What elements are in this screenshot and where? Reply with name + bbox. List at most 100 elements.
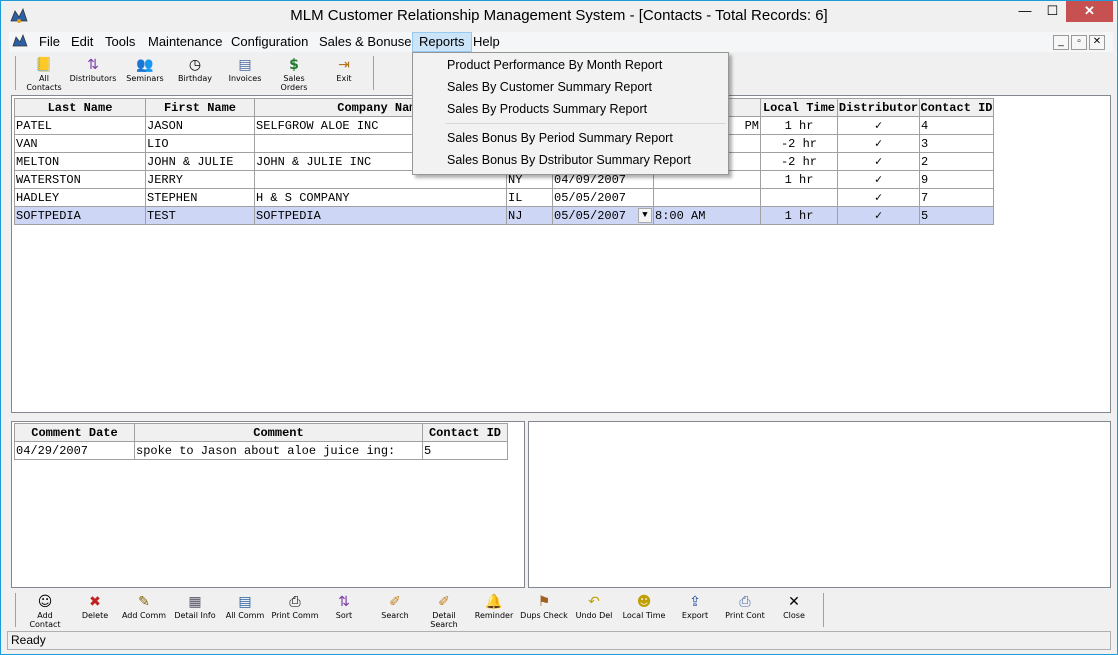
all-comm-button[interactable]: ▤ All Comm <box>223 593 267 620</box>
print-comm-button[interactable]: ⎙ Print Comm <box>271 593 319 620</box>
minimize-button[interactable]: — <box>1011 1 1039 22</box>
cell-comment-contact-id[interactable]: 5 <box>422 441 508 460</box>
close-button[interactable]: ✕ Close <box>775 593 813 620</box>
cell-date-value[interactable]: 05/05/2007 <box>554 209 626 223</box>
cell-state[interactable]: IL <box>506 188 553 207</box>
cell-first-name[interactable]: JOHN & JULIE <box>145 152 255 171</box>
cell-local-time[interactable] <box>760 188 838 207</box>
cell-distributor-check[interactable]: ✓ <box>837 206 920 225</box>
local-time-button[interactable]: ☻ Local Time <box>621 593 667 620</box>
menu-item-product-performance-report[interactable]: Product Performance By Month Report <box>447 55 662 75</box>
sort-button[interactable]: ⇅ Sort <box>325 593 363 620</box>
close-window-button[interactable]: ✕ <box>1066 1 1113 22</box>
menu-item-sales-bonus-by-distributor-report[interactable]: Sales Bonus By Dstributor Summary Report <box>447 150 691 170</box>
col-local-time[interactable]: Local Time <box>760 98 838 117</box>
menu-tools[interactable]: Tools <box>99 32 141 52</box>
add-comm-button[interactable]: ✎ Add Comm <box>121 593 167 620</box>
seminars-button[interactable]: 👥 Seminars <box>123 56 167 83</box>
reports-dropdown-menu: Product Performance By Month Report Sale… <box>412 52 729 175</box>
cell-first-name[interactable]: TEST <box>145 206 255 225</box>
cell-time[interactable]: 8:00 AM <box>653 206 761 225</box>
cell-local-time[interactable]: 1 hr <box>760 206 838 225</box>
mdi-close-button[interactable]: ✕ <box>1089 35 1105 50</box>
cell-distributor-check[interactable]: ✓ <box>837 152 920 171</box>
delete-button[interactable]: ✖ Delete <box>75 593 115 620</box>
cell-distributor-check[interactable]: ✓ <box>837 116 920 135</box>
mdi-restore-button[interactable]: ▫ <box>1071 35 1087 50</box>
cell-comment-date[interactable]: 04/29/2007 <box>14 441 135 460</box>
add-contact-button[interactable]: ☺ Add Contact <box>21 593 69 629</box>
col-comment-date[interactable]: Comment Date <box>14 423 135 442</box>
cell-local-time[interactable]: -2 hr <box>760 152 838 171</box>
dups-check-button[interactable]: ⚑ Dups Check <box>519 593 569 620</box>
search-button[interactable]: ✐ Search <box>375 593 415 620</box>
date-dropdown-icon[interactable]: ▼ <box>638 208 652 223</box>
cell-last-name[interactable]: MELTON <box>14 152 146 171</box>
cell-distributor-check[interactable]: ✓ <box>837 170 920 189</box>
all-contacts-button[interactable]: 📒 All Contacts <box>21 56 67 92</box>
birthday-button[interactable]: ◷ Birthday <box>173 56 217 83</box>
comments-grid[interactable]: Comment Date Comment Contact ID 04/29/20… <box>11 421 525 588</box>
menu-item-sales-by-products-report[interactable]: Sales By Products Summary Report <box>447 99 647 119</box>
sales-orders-button[interactable]: $ Sales Orders <box>269 56 319 92</box>
mdi-child-icon[interactable] <box>11 34 29 50</box>
cell-contact-id[interactable]: 4 <box>919 116 994 135</box>
col-first-name[interactable]: First Name <box>145 98 255 117</box>
cell-first-name[interactable]: JERRY <box>145 170 255 189</box>
cell-state[interactable]: NJ <box>506 206 553 225</box>
cell-last-name[interactable]: HADLEY <box>14 188 146 207</box>
cell-contact-id[interactable]: 3 <box>919 134 994 153</box>
export-button[interactable]: ⇪ Export <box>675 593 715 620</box>
col-distributor[interactable]: Distributor <box>837 98 920 117</box>
invoices-button[interactable]: ▤ Invoices <box>223 56 267 83</box>
col-last-name[interactable]: Last Name <box>14 98 146 117</box>
cell-company[interactable]: SOFTPEDIA <box>254 206 507 225</box>
menu-configuration[interactable]: Configuration <box>225 32 314 52</box>
cell-distributor-check[interactable]: ✓ <box>837 188 920 207</box>
maximize-button[interactable]: ☐ <box>1039 1 1066 22</box>
col-contact-id[interactable]: Contact ID <box>919 98 994 117</box>
cell-last-name[interactable]: VAN <box>14 134 146 153</box>
cell-date-editor[interactable]: 05/05/2007 ▼ <box>552 206 654 225</box>
distributors-button[interactable]: ⇅ Distributors <box>69 56 117 83</box>
menu-file[interactable]: File <box>33 32 66 52</box>
cell-time[interactable] <box>653 188 761 207</box>
mdi-minimize-button[interactable]: _ <box>1053 35 1069 50</box>
cell-first-name[interactable]: STEPHEN <box>145 188 255 207</box>
menu-help[interactable]: Help <box>467 32 506 52</box>
menu-item-sales-bonus-by-period-report[interactable]: Sales Bonus By Period Summary Report <box>447 128 673 148</box>
cell-local-time[interactable]: 1 hr <box>760 116 838 135</box>
cell-distributor-check[interactable]: ✓ <box>837 134 920 153</box>
cell-contact-id[interactable]: 5 <box>919 206 994 225</box>
menu-maintenance[interactable]: Maintenance <box>142 32 228 52</box>
comment-row[interactable]: 04/29/2007 spoke to Jason about aloe jui… <box>14 441 508 460</box>
cell-last-name[interactable]: PATEL <box>14 116 146 135</box>
menu-edit[interactable]: Edit <box>65 32 99 52</box>
cell-local-time[interactable]: 1 hr <box>760 170 838 189</box>
cell-first-name[interactable]: LIO <box>145 134 255 153</box>
table-row-selected[interactable]: SOFTPEDIA TEST SOFTPEDIA NJ 05/05/2007 ▼… <box>14 206 994 225</box>
table-row[interactable]: HADLEY STEPHEN H & S COMPANY IL 05/05/20… <box>14 188 994 207</box>
cell-last-name[interactable]: WATERSTON <box>14 170 146 189</box>
cell-last-name[interactable]: SOFTPEDIA <box>14 206 146 225</box>
cell-comment-text[interactable]: spoke to Jason about aloe juice ing: <box>134 441 423 460</box>
cell-contact-id[interactable]: 9 <box>919 170 994 189</box>
menu-item-sales-by-customer-report[interactable]: Sales By Customer Summary Report <box>447 77 652 97</box>
cell-company[interactable]: H & S COMPANY <box>254 188 507 207</box>
print-cont-button[interactable]: ⎙ Print Cont <box>721 593 769 620</box>
menu-reports[interactable]: Reports <box>412 32 472 52</box>
reminder-button[interactable]: 🔔 Reminder <box>473 593 515 620</box>
exit-button[interactable]: ⇥ Exit <box>325 56 363 83</box>
cell-contact-id[interactable]: 2 <box>919 152 994 171</box>
cell-local-time[interactable]: -2 hr <box>760 134 838 153</box>
detail-search-button[interactable]: ✐ Detail Search <box>419 593 469 629</box>
menu-sales-bonuses[interactable]: Sales & Bonuses <box>313 32 424 52</box>
col-comment-contact-id[interactable]: Contact ID <box>422 423 508 442</box>
cell-date[interactable]: 05/05/2007 <box>552 188 654 207</box>
cell-first-name[interactable]: JASON <box>145 116 255 135</box>
comment-detail-pane[interactable] <box>528 421 1111 588</box>
detail-info-button[interactable]: ▦ Detail Info <box>173 593 217 620</box>
col-comment[interactable]: Comment <box>134 423 423 442</box>
undo-del-button[interactable]: ↶ Undo Del <box>573 593 615 620</box>
cell-contact-id[interactable]: 7 <box>919 188 994 207</box>
